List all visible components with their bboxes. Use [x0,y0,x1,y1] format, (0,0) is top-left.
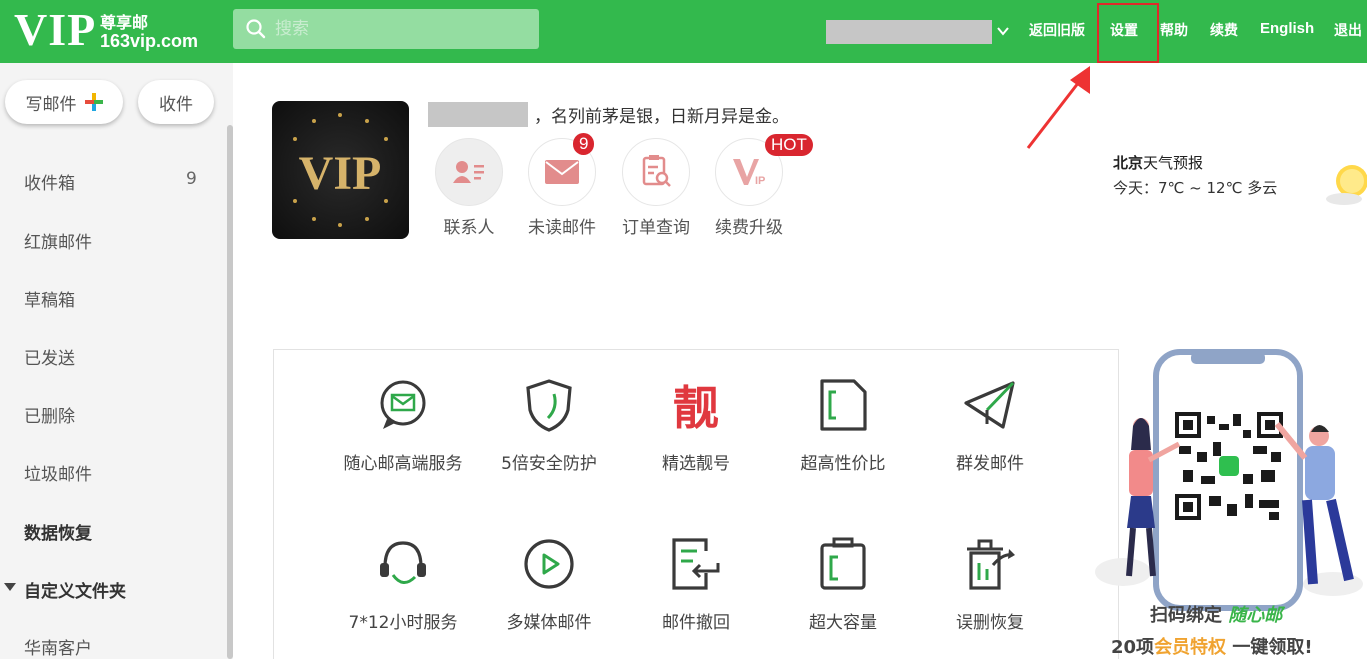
feature-label: 超高性价比 [800,454,886,474]
nav-english[interactable]: English [1260,20,1314,37]
feature-label: 多媒体邮件 [506,613,592,633]
quick-renew-label: 续费升级 [715,218,783,238]
storage-icon [773,535,913,593]
trash-restore-icon [920,535,1060,593]
quick-orders-label: 订单查询 [622,218,690,238]
nav-old-version[interactable]: 返回旧版 [1029,20,1085,40]
folder-custom-item[interactable]: 华南客户 [24,634,92,659]
search-icon[interactable] [246,19,266,39]
feature-label: 群发邮件 [956,454,1024,474]
annotation-arrow [1026,66,1090,149]
promo-line1-a: 扫码绑定 [1150,605,1222,626]
shield-icon [479,376,619,434]
greeting-text: ，名列前茅是银，日新月异是金。 [534,107,789,127]
feature-label: 误删恢复 [956,613,1024,633]
logo-subtitle: 尊享邮 [100,13,149,32]
promo-line2-b: 会员特权 [1154,637,1227,658]
folder-sent[interactable]: 已发送 [24,344,75,369]
promo-line2-a: 20项 [1111,637,1155,658]
feature-label: 精选靓号 [662,454,730,474]
folder-spam[interactable]: 垃圾邮件 [24,460,92,485]
search-box[interactable] [233,9,539,49]
feature-premium-service[interactable]: 随心邮高端服务 [333,376,473,474]
recall-icon [626,535,766,593]
sim-card-icon [773,376,913,434]
top-bar: VIP 尊享邮 163vip.com 返回旧版 设置 帮助 续费 English… [0,0,1367,63]
folder-drafts[interactable]: 草稿箱 [24,286,75,311]
feature-security[interactable]: 5倍安全防护 [479,376,619,474]
headset-icon [333,535,473,593]
sun-cloud-icon [1326,165,1367,205]
search-input[interactable] [275,17,525,41]
inbox-unread-count: 9 [186,169,197,189]
feature-multimedia[interactable]: 多媒体邮件 [479,535,619,633]
pretty-number-glyph: 靓 [673,381,719,435]
quick-unread-label: 未读邮件 [528,218,596,238]
svg-text:IP: IP [755,175,765,187]
promo-line1-b: 随心邮 [1228,605,1283,626]
quick-contacts-label: 联系人 [443,218,495,238]
feature-recall[interactable]: 邮件撤回 [626,535,766,633]
logo-domain: 163vip.com [100,31,199,51]
promo-line1: 扫码绑定 随心邮 [1150,601,1282,627]
contact-card-icon [435,138,503,206]
quick-orders[interactable]: 订单查询 [621,138,691,238]
feature-mass-mail[interactable]: 群发邮件 [920,376,1060,474]
quick-contacts[interactable]: 联系人 [434,138,504,238]
weather-city: 北京 [1113,154,1144,172]
paper-plane-icon [920,376,1060,434]
plus-icon [84,93,103,111]
feature-label: 5倍安全防护 [501,454,597,474]
username-masked [428,102,528,127]
weather-title-suffix: 天气预报 [1143,154,1204,172]
feature-label: 7*12小时服务 [348,613,458,633]
vip-avatar-text: VIP [299,147,382,200]
vip-logo[interactable]: VIP [14,4,96,56]
compose-label: 写邮件 [25,94,77,115]
promo-line2-c: 一键领取! [1232,637,1313,658]
account-name-masked[interactable] [826,20,992,44]
feature-label: 随心邮高端服务 [343,454,463,474]
greeting: ，名列前茅是银，日新月异是金。 [428,102,789,127]
triangle-down-icon[interactable] [4,582,16,592]
nav-help[interactable]: 帮助 [1160,20,1188,40]
feature-storage[interactable]: 超大容量 [773,535,913,633]
feature-value[interactable]: 超高性价比 [773,376,913,474]
feature-label: 超大容量 [809,613,877,633]
folder-inbox[interactable]: 收件箱 [24,169,75,194]
promo-line2: 20项会员特权 一键领取! [1111,633,1313,659]
chevron-down-icon[interactable] [996,22,1010,40]
receive-label: 收件 [159,94,193,115]
pretty-number-icon: 靓 [626,376,766,435]
sidebar-scrollbar[interactable] [227,125,233,659]
chat-mail-icon [333,376,473,434]
settings-highlight-box [1097,3,1159,63]
folder-deleted[interactable]: 已删除 [24,402,75,427]
weather-today: 今天：7℃ ~ 12℃ 多云 [1113,179,1278,197]
nav-logout[interactable]: 退出 [1334,20,1362,40]
receive-button[interactable]: 收件 [138,80,214,124]
weather-title[interactable]: 北京天气预报 [1113,152,1203,173]
feature-support[interactable]: 7*12小时服务 [333,535,473,633]
folder-data-recovery[interactable]: 数据恢复 [24,519,92,544]
feature-label: 邮件撤回 [662,613,730,633]
feature-pretty-number[interactable]: 靓 精选靓号 [626,376,766,474]
custom-folders-header[interactable]: 自定义文件夹 [24,577,126,602]
hot-badge: HOT [765,134,813,156]
compose-button[interactable]: 写邮件 [5,80,123,124]
nav-renew[interactable]: 续费 [1210,20,1238,40]
feature-restore[interactable]: 误删恢复 [920,535,1060,633]
play-icon [479,535,619,593]
folder-flagged[interactable]: 红旗邮件 [24,228,92,253]
vip-avatar: VIP [272,101,409,239]
order-search-icon [622,138,690,206]
